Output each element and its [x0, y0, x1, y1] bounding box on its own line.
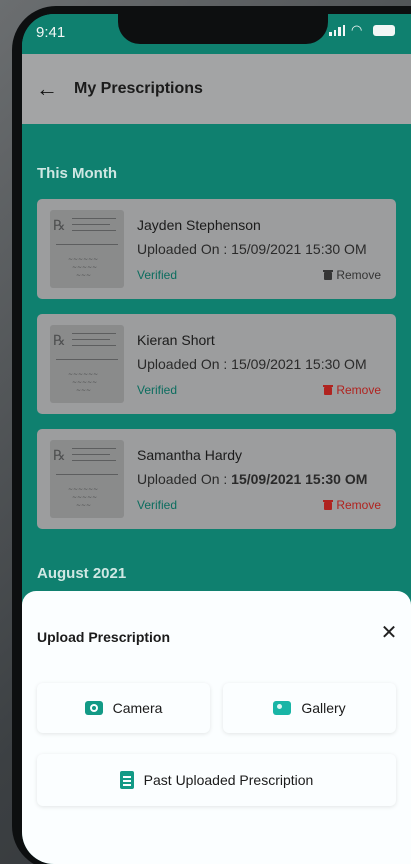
rx-icon: ℞ — [53, 333, 66, 349]
phone-screen: 9:41 ◠ ← My Prescriptions This Month ℞ ~… — [22, 14, 411, 864]
uploaded-date: Uploaded On : 15/09/2021 15:30 OM — [137, 241, 367, 257]
trash-icon — [323, 500, 334, 510]
close-icon[interactable]: ✕ — [379, 623, 399, 643]
verified-badge: Verified — [137, 268, 178, 282]
camera-icon — [84, 701, 103, 715]
remove-label: Remove — [336, 268, 381, 282]
remove-button[interactable]: Remove — [323, 383, 381, 397]
verified-badge: Verified — [137, 498, 178, 512]
remove-label: Remove — [336, 383, 381, 397]
trash-icon — [323, 270, 334, 280]
status-time: 9:41 — [36, 24, 66, 41]
wifi-icon: ◠ — [351, 22, 363, 37]
prescription-thumbnail: ℞ ~~~~~~ ~~~~~ ~~~ — [50, 210, 124, 288]
past-uploaded-label: Past Uploaded Prescription — [143, 772, 314, 788]
uploaded-value: 15/09/2021 15:30 OM — [231, 471, 368, 487]
gallery-button[interactable]: Gallery — [223, 683, 396, 733]
uploaded-date: Uploaded On : 15/09/2021 15:30 OM — [137, 356, 367, 372]
past-uploaded-button[interactable]: Past Uploaded Prescription — [37, 754, 396, 806]
notch — [118, 14, 328, 44]
trash-icon — [323, 385, 334, 395]
prescription-thumbnail: ℞ ~~~~~~ ~~~~~ ~~~ — [50, 325, 124, 403]
section-title-this-month: This Month — [37, 165, 117, 182]
signal-icon — [329, 24, 345, 36]
status-icons: ◠ — [329, 22, 395, 37]
patient-name: Jayden Stephenson — [137, 217, 261, 233]
prescription-card[interactable]: ℞ ~~~~~~ ~~~~~ ~~~ Jayden Stephenson Upl… — [37, 199, 396, 299]
prescription-card[interactable]: ℞ ~~~~~~ ~~~~~ ~~~ Kieran Short Uploaded… — [37, 314, 396, 414]
patient-name: Samantha Hardy — [137, 447, 243, 463]
uploaded-date: Uploaded On : 15/09/2021 15:30 OM — [137, 471, 367, 487]
back-arrow-icon[interactable]: ← — [36, 76, 60, 102]
prescription-card[interactable]: ℞ ~~~~~~ ~~~~~ ~~~ Samantha Hardy Upload… — [37, 429, 396, 529]
verified-badge: Verified — [137, 383, 178, 397]
rx-icon: ℞ — [53, 218, 66, 234]
camera-button[interactable]: Camera — [37, 683, 210, 733]
gallery-label: Gallery — [301, 700, 346, 716]
gallery-icon — [273, 701, 292, 715]
camera-label: Camera — [112, 700, 163, 716]
remove-button[interactable]: Remove — [323, 498, 381, 512]
remove-button[interactable]: Remove — [323, 268, 381, 282]
background: 9:41 ◠ ← My Prescriptions This Month ℞ ~… — [0, 0, 411, 864]
prescription-list: This Month ℞ ~~~~~~ ~~~~~ ~~~ Jayden Ste… — [22, 124, 411, 604]
document-icon — [119, 771, 134, 789]
prescription-thumbnail: ℞ ~~~~~~ ~~~~~ ~~~ — [50, 440, 124, 518]
uploaded-prefix: Uploaded On : — [137, 471, 232, 487]
remove-label: Remove — [336, 498, 381, 512]
page-title: My Prescriptions — [74, 80, 203, 97]
app-bar: ← My Prescriptions — [22, 54, 411, 124]
section-title-august-2021: August 2021 — [37, 565, 127, 582]
sheet-title: Upload Prescription — [37, 629, 171, 645]
rx-icon: ℞ — [53, 448, 66, 464]
battery-icon — [373, 24, 395, 36]
patient-name: Kieran Short — [137, 332, 215, 348]
upload-bottom-sheet: Upload Prescription ✕ Camera Gallery Pas… — [22, 591, 411, 864]
